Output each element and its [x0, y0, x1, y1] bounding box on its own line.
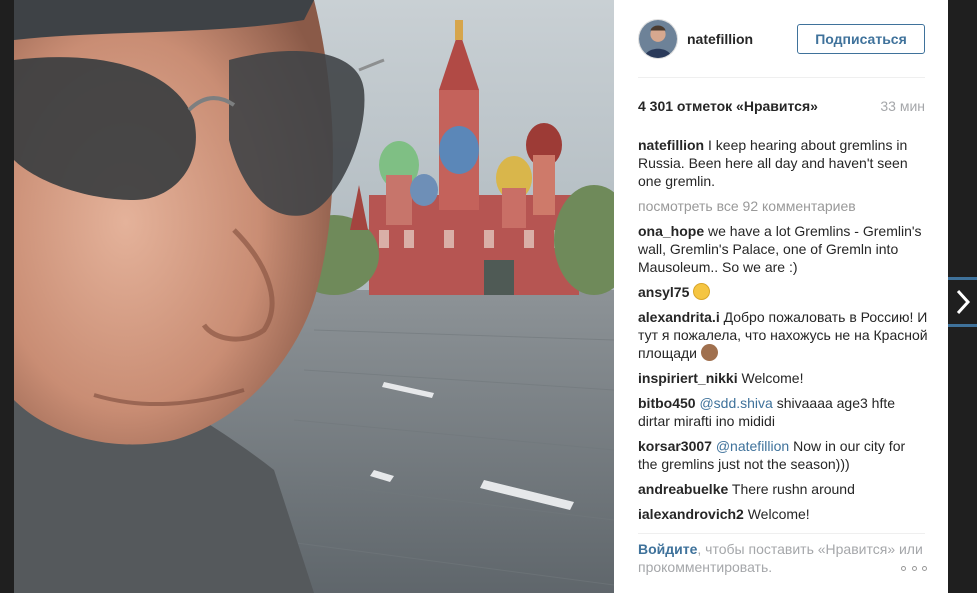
list-item: ialexandrovich2 Welcome!: [638, 505, 928, 523]
likes-count[interactable]: 4 301 отметок «Нравится»: [638, 98, 818, 114]
comment-user[interactable]: bitbo450: [638, 395, 696, 411]
comment-user[interactable]: ansyl75: [638, 284, 689, 300]
login-link[interactable]: Войдите: [638, 541, 697, 557]
next-post-button[interactable]: [948, 277, 977, 327]
login-prompt: Войдите, чтобы поставить «Нравится» или …: [638, 540, 925, 576]
comment-user[interactable]: ona_hope: [638, 223, 704, 239]
post-time[interactable]: 33 мин: [880, 98, 925, 114]
mention-link[interactable]: @natefillion: [716, 438, 789, 454]
list-item: bitbo450 @sdd.shiva shivaaaa age3 hfte d…: [638, 394, 928, 430]
list-item: andreabuelke There rushn around: [638, 480, 928, 498]
username-link[interactable]: natefillion: [687, 31, 797, 47]
comment-text: Welcome!: [741, 370, 804, 386]
comment-user[interactable]: natefillion: [638, 137, 704, 153]
list-item: inspiriert_nikki Welcome!: [638, 369, 928, 387]
post-details-panel: natefillion Подписаться 4 301 отметок «Н…: [614, 0, 948, 593]
comment-text: Welcome!: [747, 506, 810, 522]
chevron-right-icon: [956, 289, 970, 315]
list-item: ansyl75: [638, 283, 928, 301]
list-item: ona_hope we have a lot Gremlins - Gremli…: [638, 222, 928, 276]
view-all-comments-link[interactable]: посмотреть все 92 комментариев: [638, 197, 928, 215]
avatar[interactable]: [638, 19, 678, 59]
post-photo: [14, 0, 614, 593]
header-divider: [638, 77, 925, 78]
comment-text: There rushn around: [731, 481, 855, 497]
follow-button[interactable]: Подписаться: [797, 24, 925, 54]
see-no-evil-monkey-icon: [700, 344, 718, 361]
comment-user[interactable]: andreabuelke: [638, 481, 728, 497]
comments-list: natefillion I keep hearing about gremlin…: [638, 136, 928, 530]
post-header: natefillion Подписаться: [638, 17, 925, 61]
comment-user[interactable]: inspiriert_nikki: [638, 370, 738, 386]
list-item: alexandrita.i Добро пожаловать в Россию!…: [638, 308, 928, 362]
grinning-emoji-icon: [693, 283, 711, 300]
comment-user[interactable]: ialexandrovich2: [638, 506, 744, 522]
comment-user[interactable]: alexandrita.i: [638, 309, 720, 325]
comment-user[interactable]: korsar3007: [638, 438, 712, 454]
more-options-icon[interactable]: [901, 561, 927, 575]
footer-divider: [638, 533, 925, 534]
mention-link[interactable]: @sdd.shiva: [699, 395, 772, 411]
caption: natefillion I keep hearing about gremlin…: [638, 136, 928, 190]
likes-row: 4 301 отметок «Нравится» 33 мин: [638, 98, 925, 114]
list-item: korsar3007 @natefillion Now in our city …: [638, 437, 928, 473]
